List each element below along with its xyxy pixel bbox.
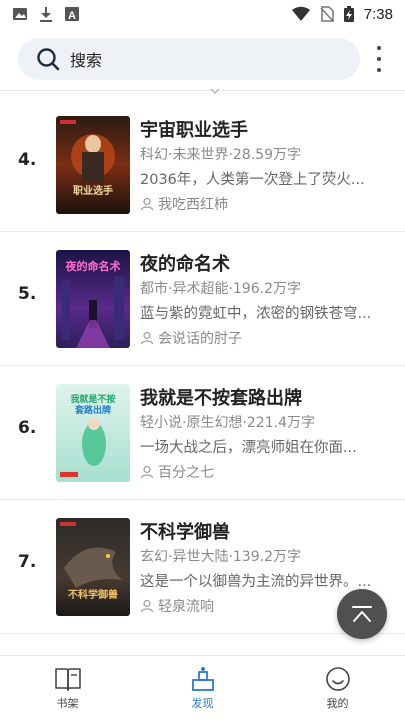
chevron-down-icon[interactable] [210, 88, 220, 94]
search-icon [37, 48, 60, 71]
author-name: 轻泉流响 [158, 599, 214, 615]
svg-text:套路出牌: 套路出牌 [75, 404, 111, 416]
bottom-nav: 书架 发现 我的 [0, 655, 405, 721]
book-author: 我吃西红柿 [140, 194, 228, 214]
book-meta: 都市·异术超能·196.2万字 [140, 281, 301, 297]
book-icon [54, 668, 81, 691]
book-list-item[interactable]: 6. 我就是不按 套路出牌 我就是不按套路出牌 轻小说·原生幻想·221.4万字… [0, 366, 405, 500]
arrow-up-icon [352, 606, 372, 622]
header-divider [0, 90, 405, 91]
svg-text:不科学御兽: 不科学御兽 [68, 588, 118, 601]
status-bar: A 7:38 [0, 0, 405, 28]
person-icon [140, 599, 154, 613]
book-list-item[interactable]: 5. 夜的命名术 夜的命名术 都市·异术超能·196.2万字 蓝与紫的霓虹中，浓… [0, 232, 405, 366]
book-author: 会说话的肘子 [140, 328, 242, 348]
download-icon [40, 7, 52, 22]
nav-item-discover[interactable]: 发现 [135, 656, 270, 721]
profile-icon [325, 667, 350, 691]
book-cover-image[interactable]: 职业选手 [56, 116, 130, 214]
nav-item-profile[interactable]: 我的 [270, 656, 405, 721]
rank-number: 6. [18, 418, 37, 438]
rank-number: 4. [18, 150, 37, 170]
more-menu-button[interactable] [371, 46, 387, 72]
book-description: 2036年，人类第一次登上了荧火... [140, 172, 365, 188]
author-name: 我吃西红柿 [158, 197, 228, 213]
svg-text:我就是不按: 我就是不按 [70, 393, 115, 405]
book-meta: 科幻·未来世界·28.59万字 [140, 147, 301, 163]
clock: 7:38 [363, 5, 393, 23]
font-app-icon: A [65, 7, 79, 22]
person-icon [140, 197, 154, 211]
battery-charging-icon [343, 6, 354, 22]
book-description: 一场大战之后，漂亮师姐在你面... [140, 440, 357, 456]
dot-icon [377, 57, 381, 61]
dot-icon [377, 68, 381, 72]
book-description: 这是一个以御兽为主流的异世界。... [140, 574, 372, 590]
book-meta: 玄幻·异世大陆·139.2万字 [140, 549, 301, 565]
status-icons-right: 7:38 [291, 5, 393, 23]
search-box[interactable]: 搜索 [18, 38, 360, 80]
nav-item-bookshelf[interactable]: 书架 [0, 656, 135, 721]
author-name: 会说话的肘子 [158, 331, 242, 347]
search-label: 搜索 [70, 51, 103, 70]
person-icon [140, 465, 154, 479]
book-title: 我就是不按套路出牌 [140, 388, 302, 409]
svg-text:职业选手: 职业选手 [73, 184, 113, 197]
book-author: 百分之七 [140, 462, 214, 482]
nav-label: 书架 [56, 697, 79, 710]
search-row: 搜索 [0, 36, 405, 82]
book-cover-image[interactable]: 我就是不按 套路出牌 [56, 384, 130, 482]
book-list-item[interactable]: 4. 职业选手 宇宙职业选手 科幻·未来世界·28.59万字 2036年，人类第… [0, 98, 405, 232]
svg-text:夜的命名术: 夜的命名术 [65, 259, 121, 273]
book-cover-image[interactable]: 夜的命名术 [56, 250, 130, 348]
wifi-icon [291, 6, 310, 22]
rank-number: 7. [18, 552, 37, 572]
dot-icon [377, 46, 381, 50]
book-meta: 轻小说·原生幻想·221.4万字 [140, 415, 315, 431]
rank-number: 5. [18, 284, 37, 304]
book-cover-image[interactable]: 不科学御兽 [56, 518, 130, 616]
book-title: 夜的命名术 [140, 254, 230, 275]
book-title: 不科学御兽 [140, 522, 230, 543]
image-icon [13, 8, 27, 20]
book-description: 蓝与紫的霓虹中，浓密的钢铁苍穹... [140, 306, 372, 322]
nav-label: 发现 [191, 697, 214, 710]
nav-label: 我的 [326, 697, 349, 710]
scroll-to-top-button[interactable] [337, 589, 387, 639]
person-icon [140, 331, 154, 345]
book-title: 宇宙职业选手 [140, 120, 248, 141]
author-name: 百分之七 [158, 465, 214, 481]
discover-icon [191, 667, 214, 691]
book-list: 4. 职业选手 宇宙职业选手 科幻·未来世界·28.59万字 2036年，人类第… [0, 98, 405, 634]
svg-text:A: A [68, 10, 76, 22]
no-sim-icon [320, 6, 334, 22]
book-author: 轻泉流响 [140, 596, 214, 616]
status-icons-left: A [12, 6, 80, 22]
